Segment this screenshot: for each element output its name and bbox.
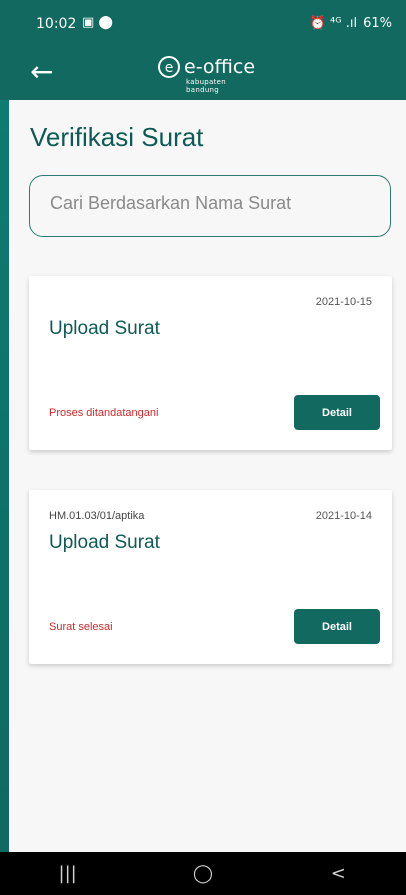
battery-level: 61% xyxy=(363,16,392,31)
letter-status: Proses ditandatangani xyxy=(49,407,159,419)
letter-code: HM.01.03/01/aptika xyxy=(49,510,145,522)
back-icon[interactable]: < xyxy=(308,863,368,884)
back-arrow-icon[interactable]: ← xyxy=(30,54,53,90)
main-content: Verifikasi Surat 2021-10-15 Upload Surat… xyxy=(9,100,406,852)
letter-title: Upload Surat xyxy=(49,318,160,339)
page-title: Verifikasi Surat xyxy=(30,122,204,152)
letter-title: Upload Surat xyxy=(49,532,160,553)
left-edge xyxy=(0,100,9,852)
letter-status: Surat selesai xyxy=(49,621,113,633)
search-box[interactable] xyxy=(29,175,391,237)
status-bar: 10:02 ▣ ⬤ ⏰ ⁴ᴳ .ıl 61% xyxy=(0,0,406,48)
detail-button[interactable]: Detail xyxy=(294,395,380,430)
letter-card: HM.01.03/01/aptika 2021-10-14 Upload Sur… xyxy=(29,490,392,664)
e-office-logo: e e-office kabupaten bandung xyxy=(158,56,256,94)
logo-text: e-office xyxy=(184,56,256,78)
status-right: ⏰ ⁴ᴳ .ıl 61% xyxy=(310,16,392,31)
app-bar: ← e e-office kabupaten bandung xyxy=(0,48,406,100)
letter-date: 2021-10-14 xyxy=(315,510,372,522)
logo-icon: e xyxy=(158,56,180,78)
search-input[interactable] xyxy=(48,192,372,215)
recents-icon[interactable]: ||| xyxy=(38,863,98,884)
system-nav-bar: ||| ◯ < xyxy=(0,852,406,895)
logo-subtitle: kabupaten bandung xyxy=(186,78,227,94)
letter-date: 2021-10-15 xyxy=(315,296,372,308)
signal-icon: ⏰ ⁴ᴳ .ıl xyxy=(309,16,358,31)
home-icon[interactable]: ◯ xyxy=(173,863,233,884)
status-time: 10:02 xyxy=(36,16,77,32)
notification-icons: ▣ ⬤ xyxy=(82,15,113,30)
letter-card: 2021-10-15 Upload Surat Proses ditandata… xyxy=(29,276,392,450)
detail-button[interactable]: Detail xyxy=(294,609,380,644)
